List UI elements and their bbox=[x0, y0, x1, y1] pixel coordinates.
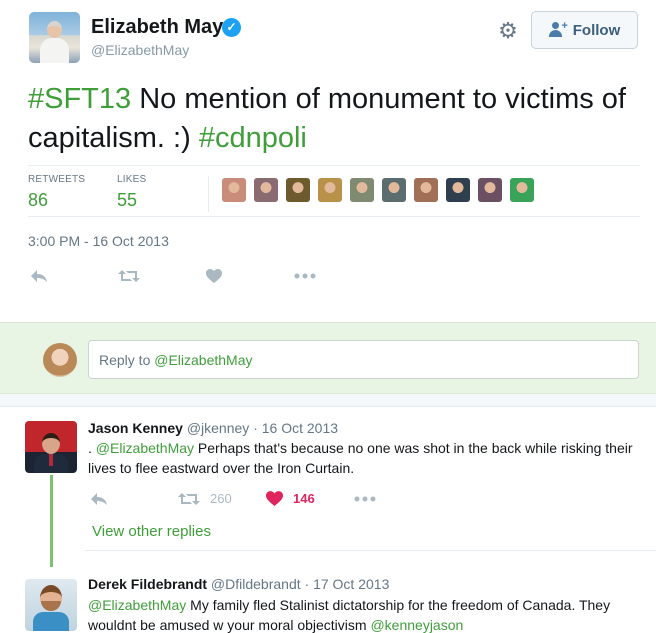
liker-avatar[interactable] bbox=[286, 178, 310, 202]
reply-icon[interactable] bbox=[30, 266, 118, 286]
mention-link[interactable]: @ElizabethMay bbox=[96, 440, 194, 456]
reply-actions: 260 146 bbox=[90, 491, 376, 506]
stats-divider bbox=[208, 176, 209, 212]
reply-date[interactable]: 16 Oct 2013 bbox=[262, 420, 338, 436]
liker-avatar[interactable] bbox=[510, 178, 534, 202]
tweet-timestamp[interactable]: 3:00 PM - 16 Oct 2013 bbox=[28, 233, 169, 249]
hashtag-link[interactable]: #cdnpoli bbox=[199, 122, 307, 154]
main-tweet: Elizabeth May ✓ @ElizabethMay ⚙ + Follow… bbox=[0, 0, 656, 322]
tweet-text: #SFT13 No mention of monument to victims… bbox=[28, 80, 628, 158]
reply-input[interactable]: Reply to @ElizabethMay bbox=[88, 340, 639, 379]
liker-avatar[interactable] bbox=[414, 178, 438, 202]
reply-author-avatar[interactable] bbox=[25, 579, 77, 631]
retweets-count: 86 bbox=[28, 190, 49, 210]
retweets-stat[interactable]: RETWEETS 86 bbox=[28, 174, 85, 211]
liker-avatar[interactable] bbox=[350, 178, 374, 202]
view-other-replies-link[interactable]: View other replies bbox=[92, 523, 211, 540]
reply-placeholder-prefix: Reply to bbox=[99, 352, 155, 368]
reply-text: . @ElizabethMay Perhaps that's because n… bbox=[88, 438, 648, 478]
likes-label: LIKES bbox=[117, 174, 147, 185]
mention-link[interactable]: @ElizabethMay bbox=[88, 597, 186, 613]
current-user-avatar bbox=[43, 343, 77, 377]
likes-stat[interactable]: LIKES 55 bbox=[117, 174, 146, 211]
gear-icon[interactable]: ⚙ bbox=[497, 20, 519, 42]
reply-author-name[interactable]: Derek Fildebrandt bbox=[88, 576, 207, 592]
follow-user-icon: + bbox=[548, 20, 568, 38]
section-divider bbox=[0, 394, 656, 407]
reply-header: Derek Fildebrandt @Dfildebrandt · 17 Oct… bbox=[88, 576, 389, 592]
reply-composer: Reply to @ElizabethMay bbox=[0, 322, 656, 394]
author-display-name[interactable]: Elizabeth May bbox=[91, 16, 223, 39]
hashtag-link[interactable]: #SFT13 bbox=[28, 83, 131, 115]
heart-filled-icon bbox=[266, 491, 283, 506]
liker-avatar[interactable] bbox=[222, 178, 246, 202]
verified-badge-icon: ✓ bbox=[222, 18, 241, 37]
thread-connector-line bbox=[50, 475, 53, 567]
retweets-label: RETWEETS bbox=[28, 174, 86, 185]
retweet-icon bbox=[178, 492, 200, 505]
reply-author-handle[interactable]: @Dfildebrandt bbox=[211, 576, 301, 592]
author-handle[interactable]: @ElizabethMay bbox=[91, 42, 189, 58]
tweet-stats: RETWEETS 86 LIKES 55 bbox=[28, 165, 640, 217]
like-count: 146 bbox=[293, 491, 315, 506]
retweet-count: 260 bbox=[210, 491, 232, 506]
liker-avatar[interactable] bbox=[318, 178, 342, 202]
reply-placeholder-mention: @ElizabethMay bbox=[154, 352, 253, 368]
author-avatar[interactable] bbox=[29, 12, 80, 63]
reply-text-prefix: . bbox=[88, 440, 96, 456]
reply-icon[interactable] bbox=[90, 492, 178, 506]
likes-count: 55 bbox=[117, 190, 138, 210]
liker-avatar[interactable] bbox=[382, 178, 406, 202]
liker-avatar[interactable] bbox=[478, 178, 502, 202]
follow-button[interactable]: + Follow bbox=[531, 11, 638, 49]
liker-avatar[interactable] bbox=[446, 178, 470, 202]
reply-date[interactable]: 17 Oct 2013 bbox=[313, 576, 389, 592]
like-icon[interactable] bbox=[206, 266, 294, 286]
reply-author-name[interactable]: Jason Kenney bbox=[88, 420, 183, 436]
mention-link[interactable]: @kenneyjason bbox=[370, 617, 463, 633]
liker-avatars bbox=[222, 178, 534, 202]
like-button[interactable]: 146 bbox=[266, 491, 354, 506]
liker-avatar[interactable] bbox=[254, 178, 278, 202]
more-icon[interactable] bbox=[294, 266, 382, 286]
reply-separator: · bbox=[253, 420, 258, 436]
more-icon[interactable] bbox=[354, 496, 376, 502]
tweet-actions bbox=[30, 266, 382, 286]
reply-text: @ElizabethMay My family fled Stalinist d… bbox=[88, 595, 648, 633]
reply-author-handle[interactable]: @jkenney bbox=[187, 420, 249, 436]
retweet-icon[interactable] bbox=[118, 266, 206, 286]
reply-header: Jason Kenney @jkenney · 16 Oct 2013 bbox=[88, 420, 338, 436]
retweet-button[interactable]: 260 bbox=[178, 491, 266, 506]
reply-author-avatar[interactable] bbox=[25, 421, 77, 473]
follow-button-label: Follow bbox=[572, 21, 621, 39]
reply-separator: · bbox=[304, 576, 310, 592]
